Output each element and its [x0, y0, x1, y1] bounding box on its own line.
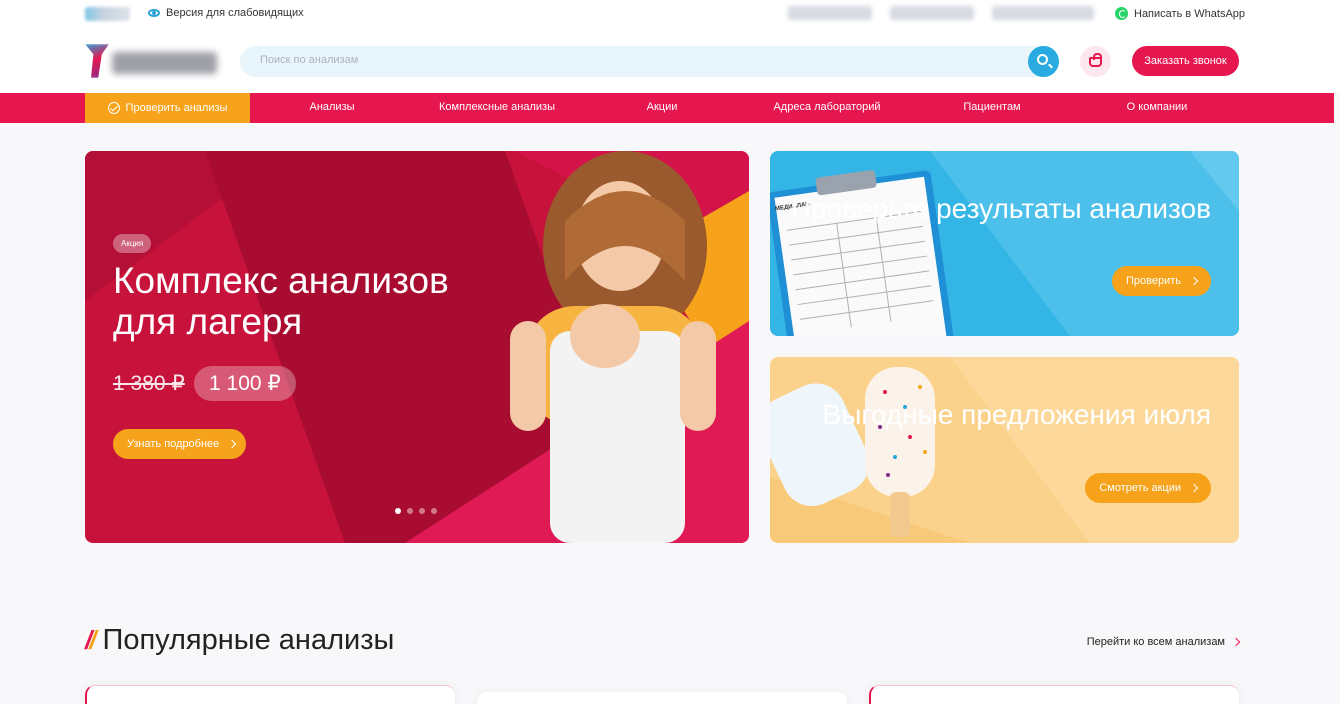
popular-title: Популярные анализы: [102, 624, 395, 656]
slash-decor-icon: //: [85, 625, 97, 655]
logo[interactable]: [85, 44, 220, 78]
city-selector[interactable]: [85, 7, 130, 21]
slider-dot[interactable]: [419, 508, 425, 514]
promo-badge: Акция: [113, 234, 152, 253]
hero-banner[interactable]: Акция Комплекс анализов для лагеря 1 380…: [85, 151, 749, 543]
nav-item-addresses[interactable]: Адреса лабораторий: [773, 101, 880, 113]
chevron-right-icon: [1189, 483, 1199, 493]
nav-check-results[interactable]: Проверить анализы: [85, 93, 250, 123]
offers-background: [770, 357, 1239, 543]
analysis-card[interactable]: [869, 685, 1239, 704]
order-call-button[interactable]: Заказать звонок: [1132, 46, 1239, 76]
analysis-card[interactable]: [85, 685, 455, 704]
cart-button[interactable]: [1080, 46, 1111, 77]
eye-icon: [148, 9, 160, 17]
phone-number[interactable]: [890, 6, 974, 20]
new-price: 1 100 ₽: [194, 366, 296, 401]
learn-more-label: Узнать подробнее: [127, 438, 220, 450]
check-circle-icon: [107, 102, 120, 114]
search-input[interactable]: [260, 54, 1000, 66]
whatsapp-icon: [1115, 7, 1128, 20]
main-nav: Проверить анализы Анализы Комплексные ан…: [0, 93, 1334, 123]
view-offers-button[interactable]: Смотреть акции: [1085, 473, 1211, 503]
results-banner[interactable]: МЕДИАЛАБ Проверьте результаты анализов П…: [770, 151, 1239, 336]
low-vision-label: Версия для слабовидящих: [166, 7, 304, 19]
chevron-right-icon: [1231, 637, 1241, 647]
old-price: 1 380 ₽: [113, 372, 185, 395]
whatsapp-label: Написать в WhatsApp: [1134, 7, 1246, 20]
hero-title: Комплекс анализов для лагеря: [113, 260, 449, 342]
nav-check-label: Проверить анализы: [125, 102, 228, 114]
chevron-right-icon: [1189, 276, 1199, 286]
logo-wordmark: [112, 52, 217, 74]
analysis-card[interactable]: [477, 692, 847, 704]
slider-dot[interactable]: [407, 508, 413, 514]
hero-background: [85, 151, 749, 543]
results-title: Проверьте результаты анализов: [790, 193, 1211, 224]
chevron-right-icon: [228, 439, 237, 449]
slider-dots: [395, 508, 437, 514]
popular-heading: // Популярные анализы: [85, 624, 394, 657]
shopping-bag-icon: [1089, 53, 1102, 67]
top-utility-bar: Версия для слабовидящих Написать в Whats…: [0, 0, 1340, 30]
whatsapp-link[interactable]: Написать в WhatsApp: [1115, 7, 1245, 20]
search-bar: [240, 46, 1059, 77]
learn-more-button[interactable]: Узнать подробнее: [113, 429, 246, 459]
nav-item-about[interactable]: О компании: [1127, 101, 1188, 113]
email-link[interactable]: [992, 6, 1094, 20]
check-results-button[interactable]: Проверить: [1111, 266, 1211, 296]
check-results-label: Проверить: [1125, 275, 1181, 287]
offers-banner[interactable]: Выгодные предложения июля Смотреть акции: [770, 357, 1239, 543]
site-header: Заказать звонок: [0, 30, 1340, 93]
all-analyses-label: Перейти ко всем анализам: [1086, 636, 1225, 648]
offers-title: Выгодные предложения июля: [822, 399, 1211, 430]
nav-item-analyses[interactable]: Анализы: [309, 101, 354, 113]
logo-mark: [85, 44, 109, 78]
results-background: [770, 151, 1239, 336]
nav-item-promotions[interactable]: Акции: [647, 101, 678, 113]
slider-dot[interactable]: [431, 508, 437, 514]
all-analyses-link[interactable]: Перейти ко всем анализам: [1086, 636, 1241, 648]
search-button[interactable]: [1028, 46, 1059, 77]
phone-number[interactable]: [788, 6, 872, 20]
nav-item-complex[interactable]: Комплексные анализы: [439, 101, 555, 113]
slider-dot[interactable]: [395, 508, 401, 514]
low-vision-link[interactable]: Версия для слабовидящих: [148, 7, 304, 19]
search-icon: [1037, 54, 1048, 65]
view-offers-label: Смотреть акции: [1099, 482, 1181, 494]
nav-item-patients[interactable]: Пациентам: [963, 101, 1020, 113]
